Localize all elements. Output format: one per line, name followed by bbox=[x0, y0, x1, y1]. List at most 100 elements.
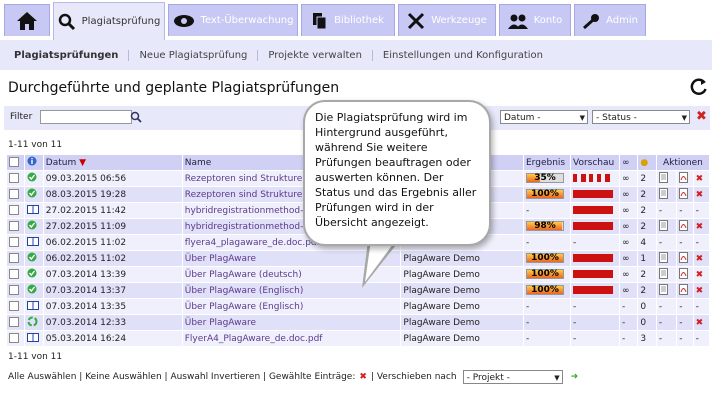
row-select[interactable] bbox=[5, 282, 26, 299]
tab-home[interactable] bbox=[4, 4, 50, 36]
checkbox[interactable] bbox=[9, 221, 19, 232]
checkbox[interactable] bbox=[9, 205, 19, 216]
row-link[interactable]: ∞ bbox=[619, 250, 639, 267]
result-bar[interactable]: 100% bbox=[526, 253, 564, 264]
column-datum[interactable]: Datum ▼ bbox=[42, 154, 183, 171]
action-report[interactable] bbox=[655, 250, 678, 267]
row-select[interactable] bbox=[5, 330, 26, 347]
action-pdf[interactable] bbox=[676, 282, 694, 299]
tab-bibliothek[interactable]: Bibliothek bbox=[301, 4, 395, 36]
preview-bar[interactable] bbox=[573, 222, 613, 230]
preview-bar[interactable] bbox=[573, 190, 613, 198]
status-select[interactable]: - Status - ▼ bbox=[592, 110, 690, 124]
row-link[interactable]: ∞ bbox=[619, 202, 639, 219]
row-select[interactable] bbox=[5, 218, 26, 235]
action-pdf[interactable] bbox=[676, 218, 694, 235]
row-select[interactable] bbox=[5, 186, 26, 203]
checkbox[interactable] bbox=[9, 237, 19, 248]
preview-bar[interactable] bbox=[573, 286, 613, 294]
action-delete[interactable]: ✖ bbox=[692, 282, 711, 299]
checkbox[interactable] bbox=[9, 317, 19, 328]
filter-search-icon[interactable] bbox=[130, 111, 142, 126]
subnav-plagiatspruefungen[interactable]: Plagiatsprüfungen bbox=[4, 49, 130, 61]
row-select[interactable] bbox=[5, 266, 26, 283]
row-link[interactable]: - bbox=[619, 314, 639, 331]
invert-selection-link[interactable]: Auswahl Invertieren bbox=[170, 372, 260, 382]
preview-bar[interactable] bbox=[573, 270, 613, 278]
action-delete[interactable]: ✖ bbox=[692, 266, 711, 283]
action-report[interactable] bbox=[655, 266, 678, 283]
filter-input[interactable] bbox=[40, 110, 132, 124]
action-delete[interactable]: ✖ bbox=[692, 186, 711, 203]
tab-konto[interactable]: Konto bbox=[499, 4, 571, 36]
tab-admin[interactable]: Admin bbox=[574, 4, 646, 36]
row-name[interactable]: FlyerA4_PlagAware_de.doc.pdf bbox=[181, 330, 402, 347]
result-bar[interactable]: 100% bbox=[526, 285, 564, 296]
delete-selected-icon[interactable]: ✖ bbox=[359, 372, 367, 382]
preview-bar[interactable] bbox=[573, 206, 613, 214]
result-bar[interactable]: 98% bbox=[526, 221, 564, 232]
action-report[interactable] bbox=[655, 282, 678, 299]
tab-text-ueberwachung[interactable]: Text-Überwachung bbox=[168, 4, 298, 36]
table-row[interactable]: 05.03.2014 16:24 FlyerA4_PlagAware_de.doc… bbox=[5, 330, 711, 347]
row-select[interactable] bbox=[5, 234, 26, 251]
checkbox[interactable] bbox=[9, 285, 19, 296]
subnav-einstellungen[interactable]: Einstellungen und Konfiguration bbox=[373, 50, 553, 61]
clear-filter-icon[interactable]: ✖ bbox=[696, 109, 707, 124]
refresh-icon[interactable] bbox=[690, 78, 708, 99]
row-select[interactable] bbox=[5, 314, 26, 331]
row-select[interactable] bbox=[5, 298, 26, 315]
preview-bar[interactable] bbox=[573, 174, 613, 182]
result-bar[interactable]: 35% bbox=[526, 173, 564, 184]
action-pdf[interactable] bbox=[676, 266, 694, 283]
row-select[interactable] bbox=[5, 170, 26, 187]
table-row[interactable]: 07.03.2014 13:39 Über PlagAware (deutsch)… bbox=[5, 266, 711, 283]
checkbox[interactable] bbox=[9, 269, 19, 280]
result-bar[interactable]: 100% bbox=[526, 189, 564, 200]
project-select[interactable]: - Projekt - ▼ bbox=[462, 370, 563, 384]
row-link[interactable]: ∞ bbox=[619, 170, 639, 187]
tab-werkzeuge[interactable]: Werkzeuge bbox=[398, 4, 496, 36]
action-delete[interactable]: ✖ bbox=[692, 314, 711, 331]
action-pdf[interactable] bbox=[676, 250, 694, 267]
action-report[interactable] bbox=[655, 170, 678, 187]
checkbox[interactable] bbox=[9, 173, 19, 184]
action-report[interactable] bbox=[655, 186, 678, 203]
row-select[interactable] bbox=[5, 202, 26, 219]
column-ergebnis[interactable]: Ergebnis bbox=[523, 154, 571, 171]
preview-bar[interactable] bbox=[573, 254, 613, 262]
table-row[interactable]: 07.03.2014 13:37 Über PlagAware (Englisch… bbox=[5, 282, 711, 299]
row-link[interactable]: ∞ bbox=[619, 282, 639, 299]
action-pdf[interactable] bbox=[676, 170, 694, 187]
action-delete[interactable]: ✖ bbox=[692, 250, 711, 267]
checkbox[interactable] bbox=[9, 301, 19, 312]
checkbox[interactable] bbox=[9, 189, 19, 200]
row-select[interactable] bbox=[5, 250, 26, 267]
checkbox[interactable] bbox=[9, 333, 19, 344]
row-name[interactable]: Über PlagAware bbox=[181, 314, 402, 331]
row-link[interactable]: ∞ bbox=[619, 266, 639, 283]
select-all-header[interactable] bbox=[5, 154, 26, 171]
row-link[interactable]: - bbox=[619, 298, 639, 315]
action-delete[interactable]: ✖ bbox=[692, 218, 711, 235]
select-all-link[interactable]: Alle Auswählen bbox=[8, 372, 76, 382]
table-row[interactable]: 06.02.2015 11:02 Über PlagAware PlagAware … bbox=[5, 250, 711, 267]
move-go-icon[interactable]: ➜ bbox=[571, 372, 579, 382]
row-name[interactable]: Über PlagAware (Englisch) bbox=[181, 298, 402, 315]
select-none-link[interactable]: Keine Auswählen bbox=[85, 372, 161, 382]
table-row[interactable]: 07.03.2014 13:35 Über PlagAware (Englisch… bbox=[5, 298, 711, 315]
checkbox[interactable] bbox=[9, 157, 19, 168]
row-link[interactable]: ∞ bbox=[619, 186, 639, 203]
action-delete[interactable]: ✖ bbox=[692, 170, 711, 187]
row-link[interactable]: ∞ bbox=[619, 234, 639, 251]
row-link[interactable]: - bbox=[619, 330, 639, 347]
subnav-projekte-verwalten[interactable]: Projekte verwalten bbox=[258, 49, 373, 61]
tab-plagiatspruefung[interactable]: Plagiatsprüfung bbox=[53, 2, 165, 40]
datum-select[interactable]: Datum - ▼ bbox=[500, 110, 588, 124]
subnav-neue-plagiatspruefung[interactable]: Neue Plagiatsprüfung bbox=[129, 49, 259, 61]
action-report[interactable] bbox=[655, 218, 678, 235]
row-link[interactable]: ∞ bbox=[619, 218, 639, 235]
result-bar[interactable]: 100% bbox=[526, 269, 564, 280]
table-row[interactable]: 07.03.2014 12:33 Über PlagAware PlagAware … bbox=[5, 314, 711, 331]
checkbox[interactable] bbox=[9, 253, 19, 264]
